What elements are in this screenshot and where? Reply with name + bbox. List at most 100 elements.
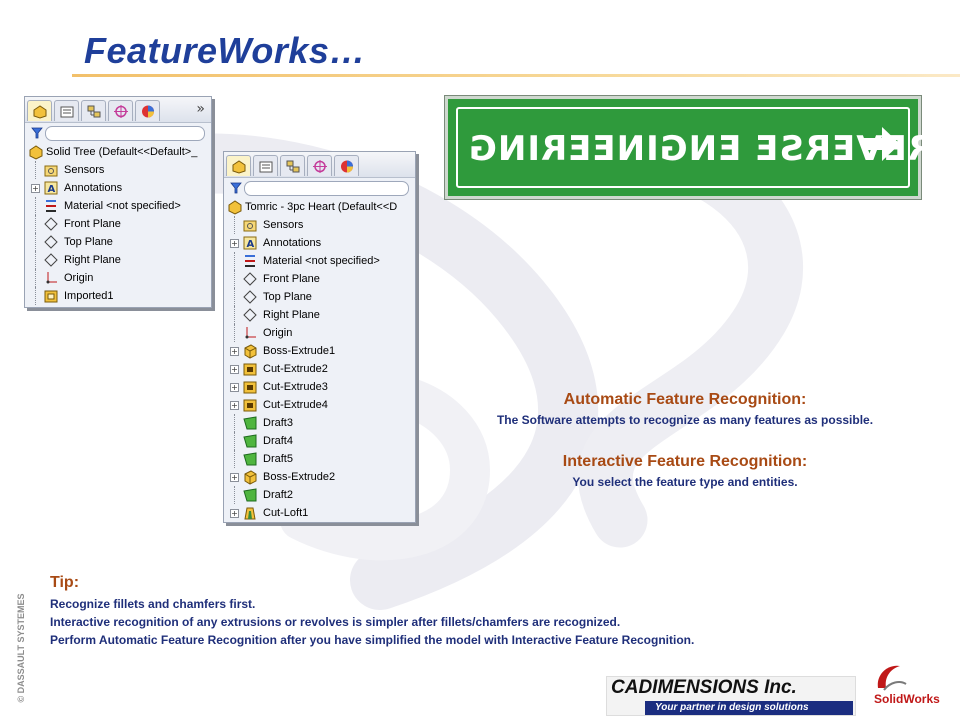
tree-item[interactable]: Material <not specified>: [25, 197, 211, 215]
tree-item[interactable]: + Boss-Extrude1: [224, 342, 415, 360]
material-icon: [46, 200, 56, 212]
tree-item-label: Cut-Extrude4: [263, 399, 328, 411]
tree-item-label: Cut-Loft1: [263, 507, 309, 519]
expand-plus-icon[interactable]: +: [230, 365, 239, 374]
tree-item[interactable]: Material <not specified>: [224, 252, 415, 270]
loft-icon: [244, 507, 256, 520]
plane-icon: [243, 272, 257, 286]
tab-configuration-manager[interactable]: [280, 155, 305, 176]
tree-item-label: Cut-Extrude3: [263, 381, 328, 393]
tree-item[interactable]: Imported1: [25, 287, 211, 305]
plane-icon: [44, 235, 58, 249]
tree-item[interactable]: + Cut-Extrude2: [224, 360, 415, 378]
filter-row: [25, 123, 211, 143]
tree-item[interactable]: Draft2: [224, 486, 415, 504]
tab-dimxpert-manager[interactable]: [307, 155, 332, 176]
tree-item[interactable]: + Cut-Extrude3: [224, 378, 415, 396]
filter-input[interactable]: [244, 181, 409, 196]
reverse-engineering-sign: REVERSE ENGINEERING: [444, 95, 934, 200]
cut-extrude-icon: [243, 363, 257, 376]
tree-item[interactable]: Front Plane: [25, 215, 211, 233]
tree-item[interactable]: + Boss-Extrude2: [224, 468, 415, 486]
tree-item[interactable]: Origin: [224, 324, 415, 342]
tree-item-label: Imported1: [64, 290, 114, 302]
automatic-heading: Automatic Feature Recognition:: [563, 391, 807, 408]
tree-item[interactable]: Top Plane: [25, 233, 211, 251]
tree-connector-line: [35, 269, 36, 287]
tree-item-label: Material <not specified>: [263, 255, 380, 267]
annotations-icon: A: [243, 236, 257, 250]
feature-manager-icon: [33, 105, 47, 119]
origin-icon: [46, 272, 57, 284]
expand-plus-icon[interactable]: +: [230, 347, 239, 356]
expand-plus-icon[interactable]: +: [230, 509, 239, 518]
tree-connector-line: [234, 432, 235, 450]
interactive-description: You select the feature type and entities…: [572, 475, 798, 489]
tree-connector-line: [35, 251, 36, 269]
sensors-folder-icon: [44, 165, 58, 177]
tab-dimxpert-manager[interactable]: [108, 100, 133, 121]
tree-connector-line: [35, 197, 36, 215]
tab-feature-manager[interactable]: [226, 155, 251, 176]
tree-item-label: Draft4: [263, 435, 293, 447]
tree-item[interactable]: + Cut-Loft1: [224, 504, 415, 522]
plane-icon: [243, 308, 257, 322]
tab-configuration-manager[interactable]: [81, 100, 106, 121]
manager-tabs: »: [25, 97, 211, 123]
tree-item[interactable]: + Cut-Extrude4: [224, 396, 415, 414]
tree-root-item[interactable]: Solid Tree (Default<<Default>_: [25, 143, 211, 161]
ds-logo-icon: [877, 665, 907, 691]
tree-item-label: Top Plane: [64, 236, 113, 248]
appearance-icon: [142, 105, 154, 118]
tree-item[interactable]: + A Annotations: [25, 179, 211, 197]
tree-item-label: Material <not specified>: [64, 200, 181, 212]
tree-root-label: Tomric - 3pc Heart (Default<<D: [245, 201, 398, 213]
tree-item[interactable]: + A Annotations: [224, 234, 415, 252]
expand-plus-icon[interactable]: +: [230, 383, 239, 392]
draft-icon: [243, 488, 257, 502]
tab-property-manager[interactable]: [54, 100, 79, 121]
tree-item-label: Draft3: [263, 417, 293, 429]
tree-root-item[interactable]: Tomric - 3pc Heart (Default<<D: [224, 198, 415, 216]
filter-icon[interactable]: [31, 127, 43, 139]
tab-feature-manager[interactable]: [27, 100, 52, 121]
imported-body-icon: [44, 290, 58, 303]
tree-item[interactable]: Sensors: [25, 161, 211, 179]
tree-item[interactable]: Front Plane: [224, 270, 415, 288]
tree-item-label: Sensors: [64, 164, 105, 176]
feature-tree-panel-left: » Solid Tree (Default<<Default>_ Sensors…: [24, 96, 212, 308]
expand-plus-icon[interactable]: +: [230, 473, 239, 482]
tree-item-label: Boss-Extrude2: [263, 471, 336, 483]
tree-item[interactable]: Draft5: [224, 450, 415, 468]
filter-input[interactable]: [45, 126, 205, 141]
tree-item-label: Draft5: [263, 453, 293, 465]
appearance-icon: [341, 160, 353, 173]
tab-property-manager[interactable]: [253, 155, 278, 176]
tree-item[interactable]: Right Plane: [25, 251, 211, 269]
tree-item[interactable]: Right Plane: [224, 306, 415, 324]
tree-item[interactable]: Draft4: [224, 432, 415, 450]
feature-tree-panel-right: Tomric - 3pc Heart (Default<<D Sensors + A…: [223, 151, 416, 523]
configuration-manager-icon: [286, 160, 300, 173]
tree-connector-line: [234, 216, 235, 234]
more-tabs-chevron-icon[interactable]: »: [196, 101, 205, 117]
tree-item-label: Annotations: [263, 237, 322, 249]
tree-item[interactable]: Origin: [25, 269, 211, 287]
filter-icon[interactable]: [230, 182, 242, 194]
cut-extrude-icon: [243, 399, 257, 412]
expand-plus-icon[interactable]: +: [230, 401, 239, 410]
tree-item[interactable]: Top Plane: [224, 288, 415, 306]
tab-display-manager[interactable]: [135, 100, 160, 121]
interactive-recognition-block: Interactive Feature Recognition: You sel…: [420, 453, 950, 489]
feature-manager-icon: [232, 160, 246, 174]
tree-item[interactable]: Sensors: [224, 216, 415, 234]
tree-item-label: Cut-Extrude2: [263, 363, 328, 375]
material-icon: [245, 255, 255, 267]
tab-display-manager[interactable]: [334, 155, 359, 176]
sensors-folder-icon: [243, 220, 257, 232]
tip-line: Recognize fillets and chamfers first.: [50, 597, 256, 611]
expand-plus-icon[interactable]: +: [31, 184, 40, 193]
tree-item[interactable]: Draft3: [224, 414, 415, 432]
expand-plus-icon[interactable]: +: [230, 239, 239, 248]
tree-item-label: Front Plane: [263, 273, 320, 285]
